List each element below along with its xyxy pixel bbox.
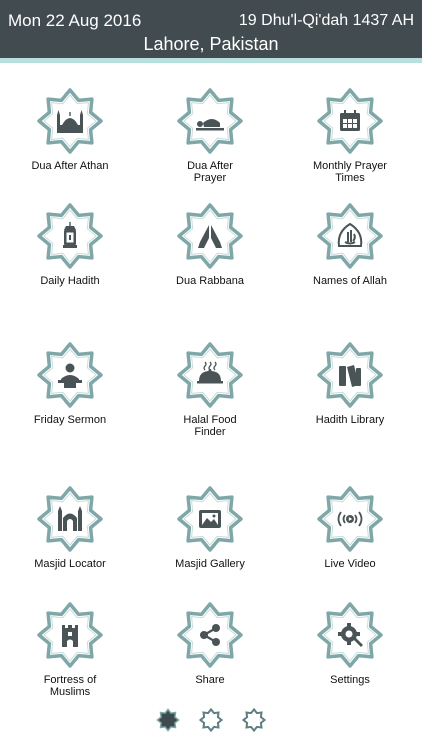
location-label: Lahore, Pakistan <box>143 34 279 54</box>
allah-calligraphy-icon <box>317 203 383 269</box>
menu-label: Masjid Locator <box>34 558 106 570</box>
menu-dua-after-athan[interactable]: Dua After Athan <box>0 88 140 172</box>
sermon-icon <box>37 342 103 408</box>
menu-label: Live Video <box>324 558 376 570</box>
menu-names-of-allah[interactable]: Names of Allah <box>280 203 420 287</box>
menu-label: Daily Hadith <box>40 275 100 287</box>
hijri-date: 19 Dhu'l-Qi'dah 1437 AH <box>238 12 414 29</box>
gallery-icon <box>177 486 243 552</box>
page-dot-active-icon[interactable] <box>156 708 180 732</box>
menu-label: Dua After Athan <box>31 160 109 172</box>
menu-label: Masjid Gallery <box>175 558 245 570</box>
menu-fortress-of-muslims[interactable]: Fortress of Muslims <box>0 602 140 698</box>
menu-masjid-locator[interactable]: Masjid Locator <box>0 486 140 570</box>
books-icon <box>317 342 383 408</box>
header-bar: Mon 22 Aug 2016 19 Dhu'l-Qi'dah 1437 AH … <box>0 0 422 63</box>
share-icon <box>177 602 243 668</box>
menu-masjid-gallery[interactable]: Masjid Gallery <box>140 486 280 570</box>
menu-label: Share <box>195 674 225 686</box>
menu-daily-hadith[interactable]: Daily Hadith <box>0 203 140 287</box>
page-dot-icon[interactable] <box>242 708 266 732</box>
menu-dua-after-prayer[interactable]: Dua After Prayer <box>140 88 280 184</box>
menu-label: Hadith Library <box>315 414 385 426</box>
page-indicator <box>0 708 422 732</box>
menu-share[interactable]: Share <box>140 602 280 686</box>
menu-friday-sermon[interactable]: Friday Sermon <box>0 342 140 426</box>
praying-hands-icon <box>177 203 243 269</box>
menu-label: Friday Sermon <box>33 414 107 426</box>
mosque-icon <box>37 88 103 154</box>
menu-hadith-library[interactable]: Hadith Library <box>280 342 420 426</box>
fortress-icon <box>37 602 103 668</box>
menu-label: Dua After Prayer <box>187 160 233 184</box>
settings-icon <box>317 602 383 668</box>
menu-label: Names of Allah <box>313 275 387 287</box>
menu-live-video[interactable]: Live Video <box>280 486 420 570</box>
menu-settings[interactable]: Settings <box>280 602 420 686</box>
menu-monthly-prayer-times[interactable]: Monthly Prayer Times <box>280 88 420 184</box>
menu-label: Halal Food Finder <box>183 414 237 438</box>
prostration-icon <box>177 88 243 154</box>
header-accent-divider <box>0 58 422 63</box>
food-cloche-icon <box>177 342 243 408</box>
menu-label: Fortress of Muslims <box>43 674 97 698</box>
menu-label: Dua Rabbana <box>176 275 244 287</box>
video-icon <box>317 486 383 552</box>
masjid-icon <box>37 486 103 552</box>
menu-label: Monthly Prayer Times <box>313 160 387 184</box>
menu-dua-rabbana[interactable]: Dua Rabbana <box>140 203 280 287</box>
calendar-icon <box>317 88 383 154</box>
page-dot-icon[interactable] <box>199 708 223 732</box>
lantern-icon <box>37 203 103 269</box>
gregorian-date: Mon 22 Aug 2016 <box>8 11 142 30</box>
menu-label: Settings <box>330 674 370 686</box>
menu-halal-food-finder[interactable]: Halal Food Finder <box>140 342 280 438</box>
